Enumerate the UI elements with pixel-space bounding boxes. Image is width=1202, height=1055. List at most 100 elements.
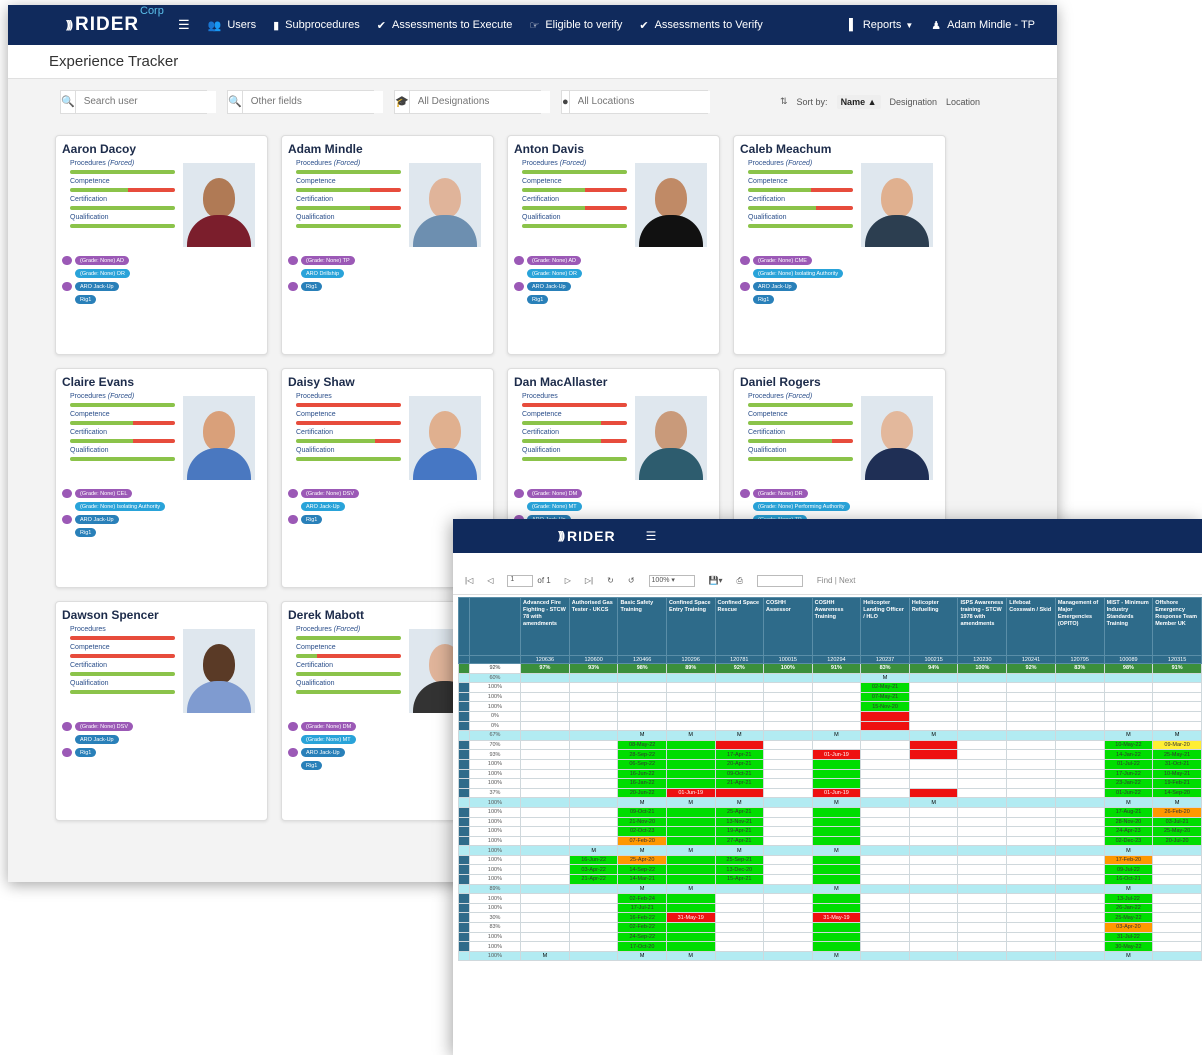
status-cell[interactable] <box>811 893 862 904</box>
nav-assessments-to-verify[interactable]: ✔ Assessments to Verify <box>639 19 762 32</box>
status-cell[interactable]: 02-Feb-24 <box>617 893 667 904</box>
status-cell[interactable] <box>811 778 862 789</box>
status-cell[interactable]: 10-May-22 <box>1103 739 1154 751</box>
course-header[interactable]: Confined Space Entry Training <box>665 597 716 656</box>
status-cell[interactable]: 17-Jul-21 <box>617 902 667 914</box>
user-card[interactable]: Claire Evans Procedures (Forced) Competenc… <box>55 368 268 588</box>
last-page-icon[interactable]: ▷| <box>585 576 593 585</box>
status-cell[interactable] <box>665 806 716 818</box>
status-cell[interactable]: 13-Dec-20 <box>714 864 765 876</box>
status-cell[interactable]: 17-Feb-20 <box>1103 854 1154 866</box>
prev-page-icon[interactable]: ◁ <box>487 576 493 585</box>
status-cell[interactable] <box>665 931 716 943</box>
status-cell[interactable] <box>811 902 862 914</box>
status-cell[interactable]: 01-Jun-22 <box>1103 787 1154 799</box>
status-cell[interactable]: 17-Aug-21 <box>1103 806 1154 818</box>
status-cell[interactable] <box>908 749 959 760</box>
tag-badge[interactable]: Rig1 <box>75 748 97 757</box>
status-cell[interactable]: 17-Oct-20 <box>617 941 667 952</box>
status-cell[interactable] <box>811 854 862 866</box>
tag-badge[interactable]: Rig1 <box>527 295 549 304</box>
status-cell[interactable]: 21-Apr-22 <box>568 874 619 885</box>
status-cell[interactable]: 09-Oct-21 <box>617 806 667 818</box>
tag-badge[interactable]: ARO Jack-Up <box>75 282 119 291</box>
user-card[interactable]: Dawson Spencer Procedures Competence Certif… <box>55 601 268 821</box>
status-cell[interactable] <box>665 778 716 789</box>
status-cell[interactable]: 16-Jun-22 <box>617 768 667 780</box>
tag-badge[interactable]: (Grade: None) CME <box>753 256 812 265</box>
status-cell[interactable] <box>665 739 716 751</box>
status-cell[interactable]: 10-May-21 <box>1152 768 1202 780</box>
tag-badge[interactable]: (Grade: None) OR <box>527 269 582 278</box>
nav-assessments-to-execute[interactable]: ✔ Assessments to Execute <box>377 19 513 32</box>
status-cell[interactable]: 26-Feb-20 <box>1152 806 1202 818</box>
status-cell[interactable]: 20-Jun-22 <box>617 787 667 799</box>
status-cell[interactable]: 31-Jul-22 <box>1103 931 1154 943</box>
tag-badge[interactable]: Rig1 <box>753 295 775 304</box>
status-cell[interactable]: 25-Apr-20 <box>617 854 667 866</box>
status-cell[interactable] <box>811 835 862 847</box>
status-cell[interactable] <box>665 941 716 952</box>
course-header[interactable]: Authorised Gas Tester - UKCS <box>568 597 619 656</box>
status-cell[interactable]: 28-Nov-20 <box>1103 816 1154 828</box>
status-cell[interactable]: 01-Jun-19 <box>665 787 716 799</box>
status-cell[interactable] <box>811 806 862 818</box>
status-cell[interactable]: 02-Oct-23 <box>617 826 667 837</box>
tag-badge[interactable]: Rig1 <box>75 295 97 304</box>
status-cell[interactable] <box>811 816 862 828</box>
tag-badge[interactable]: Rig1 <box>301 515 323 524</box>
tag-badge[interactable]: (Grade: None) Isolating Authority <box>75 502 166 511</box>
status-cell[interactable]: 23-Jan-22 <box>1103 778 1154 789</box>
find-next-link[interactable]: Find | Next <box>817 576 856 585</box>
status-cell[interactable] <box>811 758 862 770</box>
status-cell[interactable]: 01-Jun-19 <box>811 787 862 799</box>
back-icon[interactable]: ↺ <box>628 576 635 585</box>
tag-badge[interactable]: Rig1 <box>301 761 323 770</box>
status-cell[interactable]: 31-May-19 <box>811 912 862 924</box>
brand-logo[interactable]: ))) RIDER Corp <box>66 5 178 36</box>
status-cell[interactable]: 24-Sep-22 <box>617 931 667 943</box>
status-cell[interactable] <box>908 787 959 799</box>
sort-option-name[interactable]: Name ▲ <box>836 94 881 109</box>
status-cell[interactable]: 25-Apr-21 <box>714 806 765 818</box>
status-cell[interactable] <box>665 835 716 847</box>
status-cell[interactable]: 13-Jul-22 <box>1103 893 1154 904</box>
status-cell[interactable]: 31-Oct-21 <box>1152 758 1202 770</box>
course-header[interactable]: MIST - Minimum Industry Standards Traini… <box>1103 597 1154 656</box>
status-cell[interactable] <box>811 922 862 933</box>
tag-badge[interactable]: (Grade: None) DM <box>301 722 357 731</box>
status-cell[interactable]: 14-Mar-21 <box>617 874 667 885</box>
tag-badge[interactable]: ARO Jack-Up <box>301 748 345 757</box>
status-cell[interactable]: 16-Feb-22 <box>617 912 667 924</box>
tag-badge[interactable]: Rig1 <box>75 528 97 537</box>
tag-badge[interactable]: Rig1 <box>301 282 323 291</box>
status-cell[interactable]: 16-Jun-22 <box>568 854 619 866</box>
status-cell[interactable]: 01-Jun-19 <box>811 749 862 760</box>
status-cell[interactable]: 25-May-20 <box>1152 826 1202 837</box>
other-fields-input[interactable] <box>242 90 383 113</box>
status-cell[interactable]: 27-Apr-21 <box>714 835 765 847</box>
status-cell[interactable]: 09-Jul-22 <box>1103 864 1154 876</box>
status-cell[interactable] <box>714 739 765 751</box>
course-header[interactable]: COSHH Awareness Training <box>811 597 862 656</box>
status-cell[interactable]: 15-Nov-20 <box>860 701 910 712</box>
course-header[interactable]: Offshore Emergency Response Team Member … <box>1152 597 1202 656</box>
tag-badge[interactable]: (Grade: None) DR <box>753 489 808 498</box>
status-cell[interactable] <box>908 739 959 751</box>
status-cell[interactable]: 17-Jun-22 <box>1103 768 1154 780</box>
tag-badge[interactable]: ARO Jack-Up <box>75 735 119 744</box>
status-cell[interactable]: 31-May-19 <box>665 912 716 924</box>
status-cell[interactable]: 20-Apr-21 <box>714 758 765 770</box>
tag-badge[interactable]: (Grade: None) DSV <box>75 722 133 731</box>
nav-user-menu[interactable]: ♟ Adam Mindle - TP <box>931 19 1035 32</box>
save-icon[interactable]: 💾▾ <box>709 576 723 585</box>
status-cell[interactable] <box>665 864 716 876</box>
tag-badge[interactable]: (Grade: None) OR <box>75 269 130 278</box>
course-header[interactable]: ISPS Awareness training - STCW 1978 with… <box>957 597 1008 656</box>
status-cell[interactable]: 25-Sep-21 <box>714 854 765 866</box>
status-cell[interactable]: 09-Mar-20 <box>1152 739 1202 751</box>
status-cell[interactable]: 19-Apr-21 <box>714 826 765 837</box>
find-input[interactable] <box>756 574 803 587</box>
status-cell[interactable]: 02-Feb-22 <box>617 922 667 933</box>
status-cell[interactable]: 14-Sep-22 <box>617 864 667 876</box>
